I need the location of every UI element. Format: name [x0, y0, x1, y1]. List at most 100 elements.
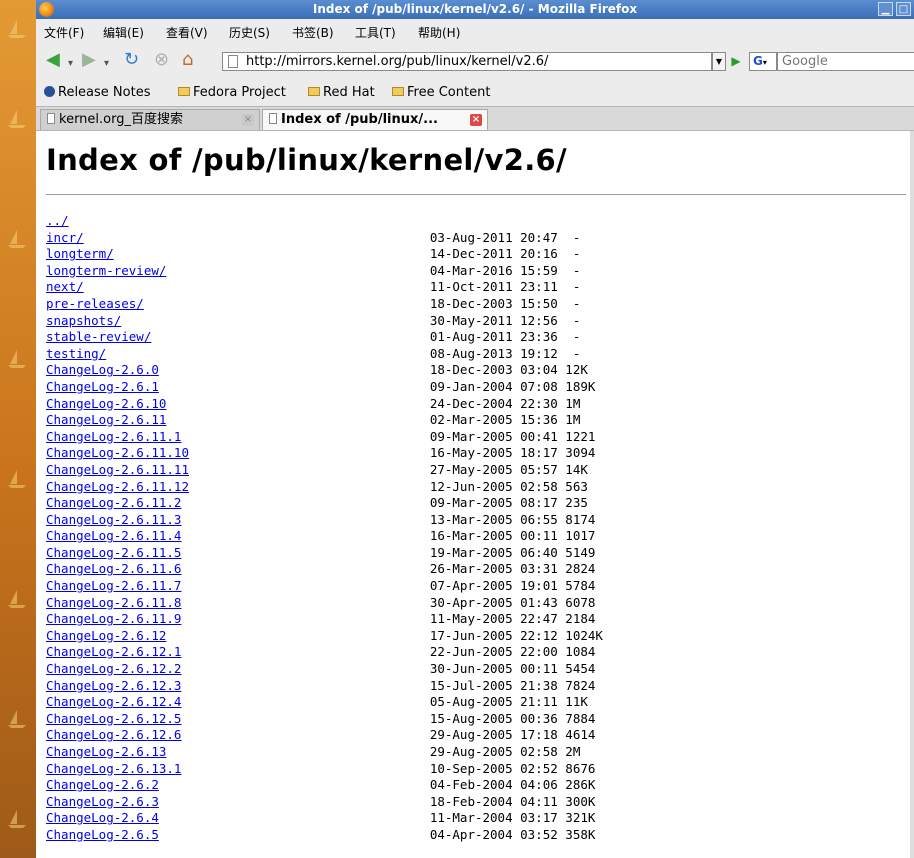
file-link[interactable]: ChangeLog-2.6.11.12: [46, 479, 189, 494]
file-link[interactable]: ChangeLog-2.6.11.7: [46, 578, 181, 593]
file-link[interactable]: next/: [46, 279, 84, 294]
tab-kernel-index[interactable]: Index of /pub/linux/... ×: [262, 109, 488, 130]
modified-date: 08-Aug-2013 19:12: [429, 345, 558, 361]
file-link[interactable]: testing/: [46, 346, 106, 361]
file-size: 1017: [565, 528, 596, 544]
file-link[interactable]: ChangeLog-2.6.12.4: [46, 694, 181, 709]
menu-bookmarks[interactable]: 书签(B): [292, 24, 334, 41]
file-size: -: [572, 295, 581, 311]
file-size: 12K: [565, 362, 588, 378]
file-size: 7884: [565, 710, 596, 726]
modified-date: 10-Sep-2005 02:52: [429, 760, 558, 776]
file-link[interactable]: ChangeLog-2.6.12.6: [46, 727, 181, 742]
column-spacer: [159, 379, 430, 394]
google-icon: G: [753, 54, 763, 68]
file-link[interactable]: ChangeLog-2.6.12: [46, 628, 166, 643]
maximize-button[interactable]: □: [896, 2, 911, 16]
menu-edit[interactable]: 编辑(E): [103, 24, 144, 41]
modified-date: 09-Mar-2005 00:41: [429, 428, 558, 444]
file-size: 1084: [565, 644, 596, 660]
home-icon[interactable]: ⌂: [182, 51, 193, 69]
column-spacer: [159, 777, 430, 792]
minimize-button[interactable]: ▁: [878, 2, 893, 16]
file-link[interactable]: ChangeLog-2.6.12.2: [46, 661, 181, 676]
url-bar[interactable]: http://mirrors.kernel.org/pub/linux/kern…: [222, 52, 712, 71]
reload-icon[interactable]: ↻: [124, 51, 139, 69]
tab-baidu-search[interactable]: kernel.org_百度搜索 ×: [40, 109, 260, 130]
file-link[interactable]: ChangeLog-2.6.11.3: [46, 512, 181, 527]
search-input[interactable]: [777, 52, 914, 71]
file-link[interactable]: ChangeLog-2.6.1: [46, 379, 159, 394]
listing-row: ../: [46, 213, 603, 230]
file-link[interactable]: ChangeLog-2.6.12.5: [46, 711, 181, 726]
file-link[interactable]: ChangeLog-2.6.11.5: [46, 545, 181, 560]
bookmark-free-content[interactable]: Free Content: [392, 85, 490, 100]
modified-date: 07-Apr-2005 19:01: [429, 578, 558, 594]
file-link[interactable]: ChangeLog-2.6.11.8: [46, 595, 181, 610]
menu-tools[interactable]: 工具(T): [355, 24, 396, 41]
close-tab-icon[interactable]: ×: [242, 114, 254, 126]
file-link[interactable]: ChangeLog-2.6.12.3: [46, 678, 181, 693]
column-spacer: [558, 279, 573, 294]
forward-dropdown-icon[interactable]: ▾: [104, 55, 109, 73]
modified-date: 30-Jun-2005 00:11: [429, 661, 558, 677]
menu-history[interactable]: 历史(S): [229, 24, 270, 41]
file-link[interactable]: ChangeLog-2.6.10: [46, 396, 166, 411]
file-size: 189K: [565, 378, 596, 394]
file-link[interactable]: ChangeLog-2.6.2: [46, 777, 159, 792]
url-history-dropdown[interactable]: ▼: [712, 52, 726, 71]
file-link[interactable]: stable-review/: [46, 329, 151, 344]
file-size: -: [572, 312, 581, 328]
file-link[interactable]: ChangeLog-2.6.5: [46, 827, 159, 842]
search-engine-selector[interactable]: G▾: [749, 52, 777, 71]
file-link[interactable]: ChangeLog-2.6.11.9: [46, 611, 181, 626]
go-arrow-icon[interactable]: ▶: [728, 52, 744, 71]
file-link[interactable]: ChangeLog-2.6.11.4: [46, 528, 181, 543]
file-link[interactable]: ChangeLog-2.6.3: [46, 794, 159, 809]
sailboat-icon: [6, 108, 28, 130]
file-link[interactable]: ChangeLog-2.6.11.11: [46, 462, 189, 477]
back-arrow-icon[interactable]: ◀: [46, 51, 60, 69]
bookmarks-toolbar: Release Notes Fedora Project Red Hat Fre…: [36, 80, 914, 104]
close-tab-icon[interactable]: ×: [470, 114, 482, 126]
menu-help[interactable]: 帮助(H): [418, 24, 460, 41]
file-link[interactable]: snapshots/: [46, 313, 121, 328]
page-icon: [269, 113, 277, 124]
modified-date: 26-Mar-2005 03:31: [429, 561, 558, 577]
bookmark-release-notes[interactable]: Release Notes: [44, 85, 150, 100]
bookmark-red-hat[interactable]: Red Hat: [308, 85, 375, 100]
forward-arrow-icon[interactable]: ▶: [82, 51, 96, 69]
modified-date: 15-Aug-2005 00:36: [429, 710, 558, 726]
file-size: -: [572, 246, 581, 262]
file-link[interactable]: pre-releases/: [46, 296, 144, 311]
modified-date: 27-May-2005 05:57: [429, 461, 558, 477]
modified-date: 29-Aug-2005 02:58: [429, 744, 558, 759]
file-link[interactable]: ChangeLog-2.6.11.6: [46, 561, 181, 576]
file-size: 300K: [565, 793, 596, 809]
file-link[interactable]: longterm/: [46, 246, 114, 261]
back-dropdown-icon[interactable]: ▾: [68, 55, 73, 73]
file-link[interactable]: ChangeLog-2.6.11: [46, 412, 166, 427]
file-link[interactable]: ChangeLog-2.6.0: [46, 362, 159, 377]
file-link[interactable]: ChangeLog-2.6.13: [46, 744, 166, 759]
file-link[interactable]: ChangeLog-2.6.13.1: [46, 761, 181, 776]
modified-date: 18-Feb-2004 04:11: [429, 793, 558, 809]
file-link[interactable]: ChangeLog-2.6.11.1: [46, 429, 181, 444]
stop-icon[interactable]: ⊗: [154, 51, 169, 69]
file-link[interactable]: incr/: [46, 230, 84, 245]
file-link[interactable]: ChangeLog-2.6.12.1: [46, 644, 181, 659]
bookmark-fedora-project[interactable]: Fedora Project: [178, 85, 286, 100]
scrollbar[interactable]: [910, 131, 914, 858]
modified-date: 04-Apr-2004 03:52: [429, 826, 558, 842]
file-link[interactable]: ChangeLog-2.6.11.2: [46, 495, 181, 510]
file-link[interactable]: ../: [46, 213, 69, 228]
listing-row: pre-releases/ 18-Dec-2003 15:50 -: [46, 296, 603, 313]
title-bar[interactable]: Index of /pub/linux/kernel/v2.6/ - Mozil…: [36, 0, 914, 19]
listing-row: snapshots/ 30-May-2011 12:56 -: [46, 313, 603, 330]
file-link[interactable]: longterm-review/: [46, 263, 166, 278]
sailboat-icon: [6, 228, 28, 250]
menu-view[interactable]: 查看(V): [166, 24, 208, 41]
file-link[interactable]: ChangeLog-2.6.11.10: [46, 445, 189, 460]
file-link[interactable]: ChangeLog-2.6.4: [46, 810, 159, 825]
menu-file[interactable]: 文件(F): [44, 24, 84, 41]
